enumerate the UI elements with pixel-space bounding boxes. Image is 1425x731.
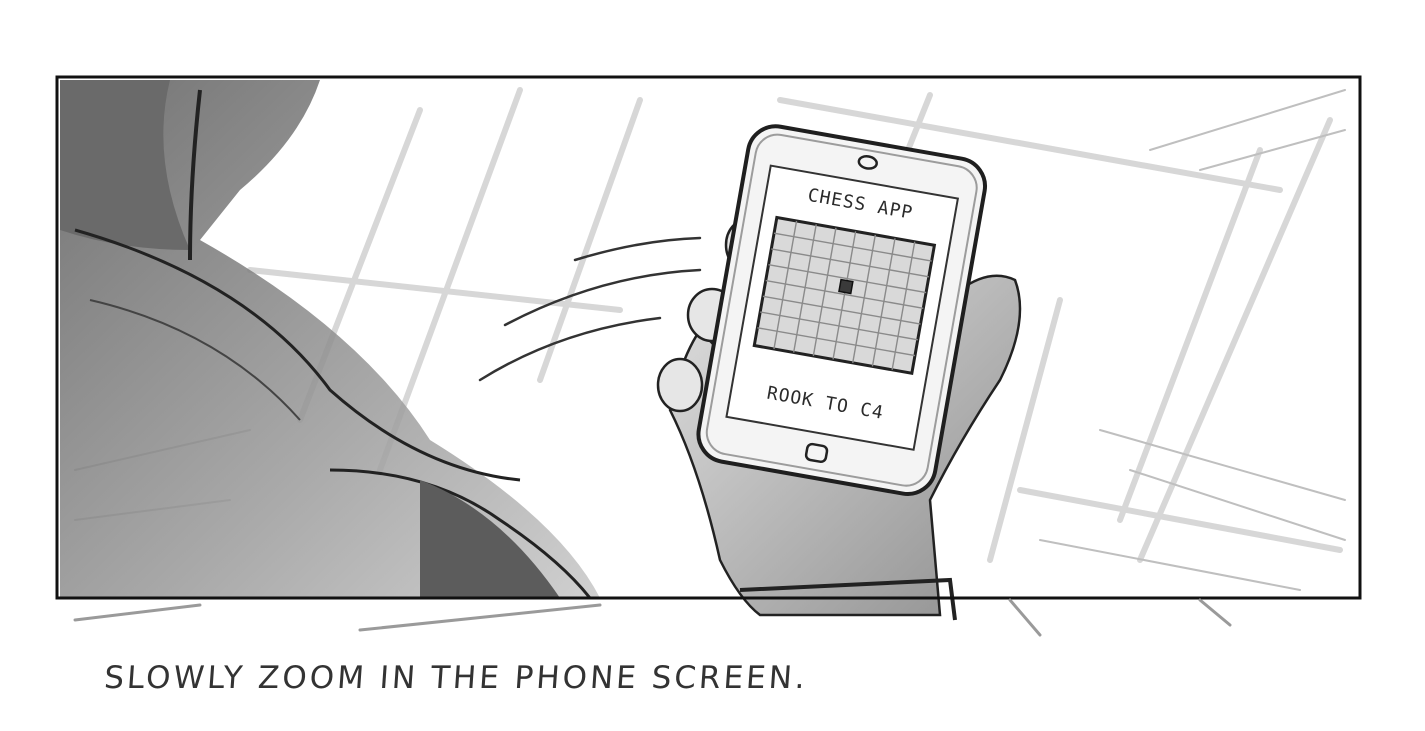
chess-piece-rook [838, 278, 854, 295]
character-shoulder [60, 80, 600, 598]
chess-board [752, 215, 937, 376]
storyboard-panel: CHESS APP ROOK TO C4 SLOWLY ZOOM IN THE … [0, 0, 1425, 731]
storyboard-caption: SLOWLY ZOOM IN THE PHONE SCREEN. [103, 660, 810, 696]
bleed-strokes [73, 598, 1232, 637]
storyboard-frame: CHESS APP ROOK TO C4 [55, 75, 1362, 637]
